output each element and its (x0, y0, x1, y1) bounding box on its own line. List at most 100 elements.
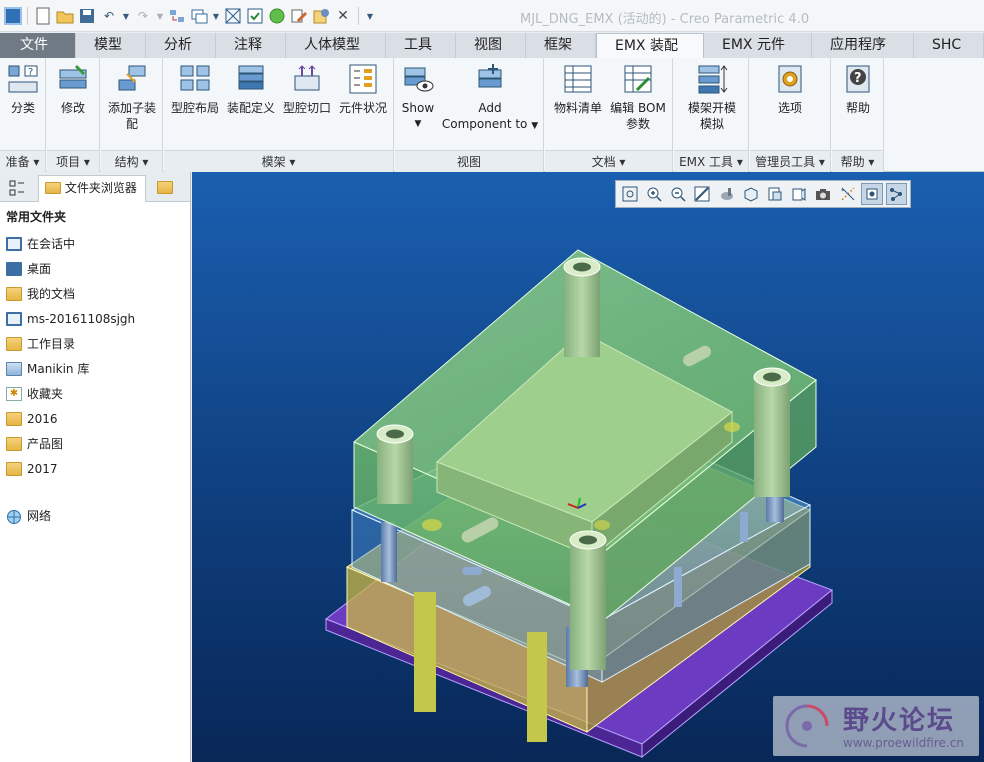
redo-dropdown-icon[interactable]: ▼ (155, 6, 165, 26)
folder-browser-icon (45, 182, 61, 194)
add-component-button[interactable]: Add Component to ▼ (439, 62, 541, 134)
tab-view[interactable]: 视图 (456, 33, 526, 58)
list-item[interactable]: 2016 (0, 406, 190, 431)
component-status-icon (346, 62, 380, 96)
list-item[interactable]: ✱ 收藏夹 (0, 381, 190, 406)
list-item[interactable]: ms-20161108sjgh (0, 306, 190, 331)
mold-open-button[interactable]: 模架开模 模拟 (680, 62, 744, 132)
group-document-label[interactable]: 文档 ▾ (545, 150, 672, 172)
modify-icon (56, 62, 90, 96)
windows-dropdown-icon[interactable]: ▼ (211, 6, 221, 26)
group-project-label[interactable]: 项目 ▾ (47, 150, 99, 172)
assembly-definition-button[interactable]: 装配定义 (224, 62, 278, 116)
tab-emx-assembly[interactable]: EMX 装配 (596, 33, 704, 59)
list-item[interactable]: 在会话中 (0, 231, 190, 256)
common-folders-header: 常用文件夹 (6, 210, 67, 224)
tab-analysis[interactable]: 分析 (146, 33, 216, 58)
tab-tools[interactable]: 工具 (386, 33, 456, 58)
status-icon[interactable] (267, 6, 287, 26)
quick-access-toolbar: ↶ ▼ ↷ ▼ ▼ ✕ ▼ (4, 4, 376, 28)
group-admin-tools-label[interactable]: 管理员工具 ▾ (750, 150, 830, 172)
tab-annotate[interactable]: 注释 (216, 33, 286, 58)
mesh-icon[interactable] (223, 6, 243, 26)
classify-button[interactable]: ? 分类 (4, 62, 42, 116)
options-icon (773, 62, 807, 96)
settings-icon[interactable] (311, 6, 331, 26)
network-item[interactable]: 网络 (0, 503, 190, 528)
help-button[interactable]: ? 帮助 (838, 62, 878, 116)
cavity-layout-button[interactable]: 型腔布局 (168, 62, 222, 116)
group-help-label[interactable]: 帮助 ▾ (832, 150, 883, 172)
add-subassembly-button[interactable]: 添加子装 配 (105, 62, 159, 132)
tab-model[interactable]: 模型 (76, 33, 146, 58)
group-admin-tools: 选项 管理员工具 ▾ (750, 58, 831, 172)
group-moldbase-label[interactable]: 模架 ▾ (164, 150, 393, 172)
mold-base-model[interactable] (192, 172, 984, 762)
tab-emx-component[interactable]: EMX 元件 (704, 33, 812, 58)
watermark-logo (785, 704, 829, 748)
list-item[interactable]: 产品图 (0, 431, 190, 456)
modify-button[interactable]: 修改 (53, 62, 93, 116)
tab-shc[interactable]: SHC (914, 33, 984, 58)
folder-browser-tab[interactable]: 文件夹浏览器 (38, 175, 146, 202)
component-status-button[interactable]: 元件状况 (336, 62, 390, 116)
ribbon-tabs: 文件 模型 分析 注释 人体模型 工具 视图 框架 EMX 装配 EMX 元件 … (0, 33, 984, 59)
model-tree-tab[interactable] (0, 175, 34, 202)
tab-file[interactable]: 文件 (0, 33, 76, 58)
favorites-tab-icon (157, 181, 173, 194)
undo-dropdown-icon[interactable]: ▼ (121, 6, 131, 26)
graphics-viewport[interactable]: * 野火论坛 www.proewildfire.cn (192, 172, 984, 762)
check-icon[interactable] (245, 6, 265, 26)
list-item[interactable]: 我的文档 (0, 281, 190, 306)
mold-open-icon (695, 62, 729, 96)
close-icon[interactable]: ✕ (333, 6, 353, 26)
group-prepare-label[interactable]: 准备 ▾ (0, 150, 45, 172)
add-component-dropdown-icon[interactable]: ▼ (531, 121, 538, 131)
folder-browser-panel: 文件夹浏览器 常用文件夹 在会话中 桌面 我的文档 ms-20161108sjg… (0, 172, 191, 762)
add-component-label-1: Add (478, 101, 502, 115)
group-structure-label[interactable]: 结构 ▾ (101, 150, 162, 172)
list-item[interactable]: 2017 (0, 456, 190, 481)
list-item[interactable]: Manikin 库 (0, 356, 190, 381)
show-label: Show (401, 101, 435, 115)
group-project: 修改 项目 ▾ (47, 58, 100, 172)
add-subassembly-label-2: 配 (125, 117, 138, 131)
tab-framework[interactable]: 框架 (526, 33, 596, 58)
show-dropdown-icon[interactable]: ▼ (397, 116, 439, 132)
windows-icon[interactable] (189, 6, 209, 26)
classify-label: 分类 (10, 101, 35, 115)
svg-text:?: ? (28, 67, 33, 78)
new-icon[interactable] (33, 6, 53, 26)
help-label: 帮助 (845, 101, 870, 115)
options-button[interactable]: 选项 (766, 62, 814, 116)
title-bar: ↶ ▼ ↷ ▼ ▼ ✕ ▼ MJL_DNG_EMX (活动的) - Creo P… (0, 0, 984, 32)
favorites-tab[interactable] (150, 175, 180, 202)
group-document: 物料清单 编辑 BOM 参数 文档 ▾ (545, 58, 673, 172)
window-title: MJL_DNG_EMX (活动的) - Creo Parametric 4.0 (520, 12, 810, 27)
cavity-cut-button[interactable]: 型腔切口 (280, 62, 334, 116)
tab-applications[interactable]: 应用程序 (812, 33, 914, 58)
redo-icon[interactable]: ↷ (133, 6, 153, 26)
open-icon[interactable] (55, 6, 75, 26)
group-emx-tools-label[interactable]: EMX 工具 ▾ (674, 150, 748, 172)
edit-icon[interactable] (289, 6, 309, 26)
bom-button[interactable]: 物料清单 (549, 62, 607, 116)
divider (27, 7, 28, 25)
cavity-layout-icon (178, 62, 212, 96)
app-menu-icon[interactable] (4, 7, 22, 25)
save-icon[interactable] (77, 6, 97, 26)
undo-icon[interactable]: ↶ (99, 6, 119, 26)
bom-icon (561, 62, 595, 96)
customize-dropdown-icon[interactable]: ▼ (364, 6, 376, 26)
show-button[interactable]: Show ▼ (397, 62, 439, 132)
group-emx-tools: 模架开模 模拟 EMX 工具 ▾ (674, 58, 749, 172)
panel-tabs: 文件夹浏览器 (0, 172, 190, 202)
list-item[interactable]: 桌面 (0, 256, 190, 281)
tab-manikin[interactable]: 人体模型 (286, 33, 386, 58)
library-icon (6, 361, 22, 376)
edit-bom-label-1: 编辑 BOM (610, 101, 666, 115)
regenerate-icon[interactable] (167, 6, 187, 26)
edit-bom-button[interactable]: 编辑 BOM 参数 (607, 62, 669, 132)
documents-icon (6, 286, 22, 301)
list-item[interactable]: 工作目录 (0, 331, 190, 356)
